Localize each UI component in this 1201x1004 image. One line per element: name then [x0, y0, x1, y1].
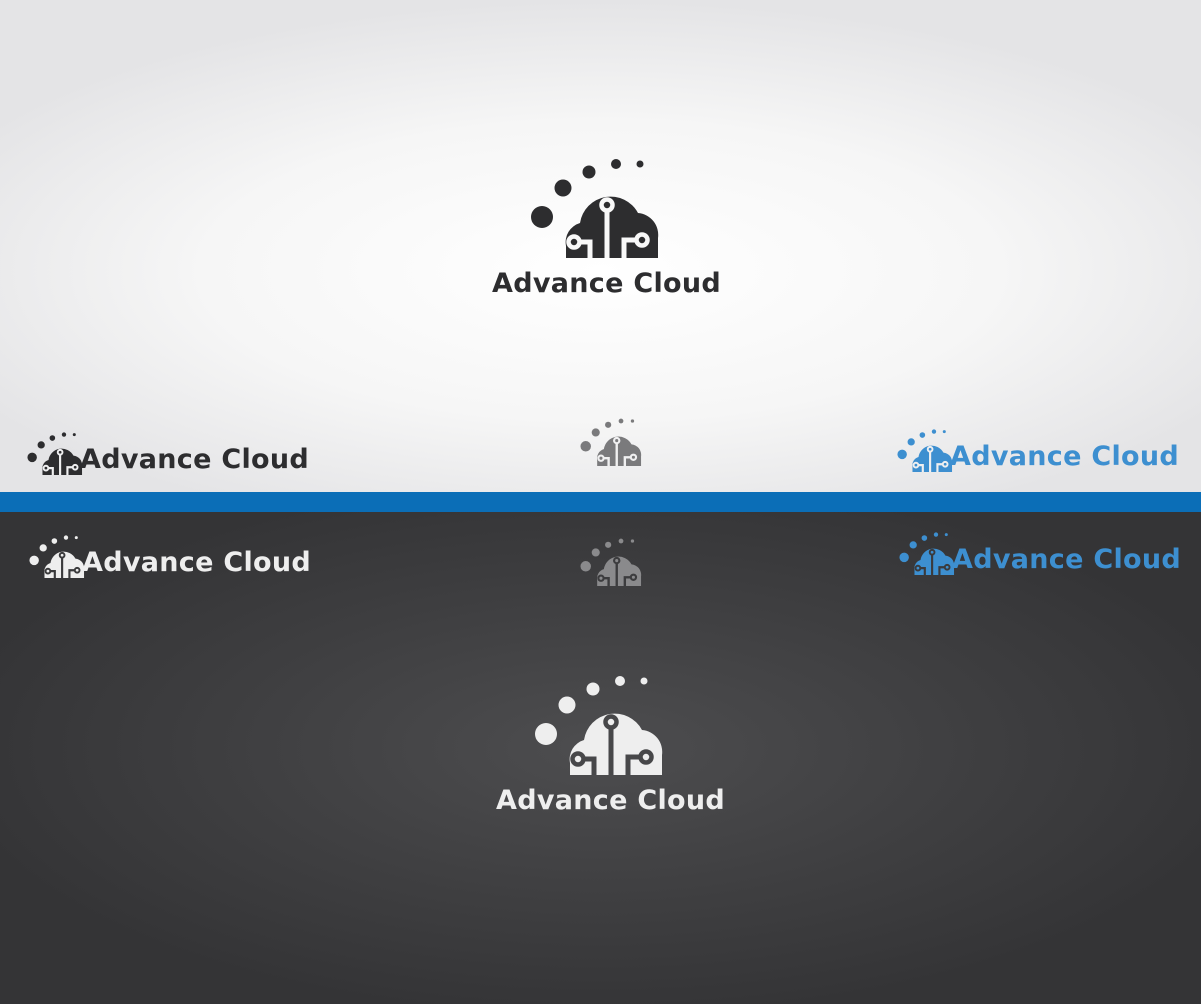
brand-wordmark: Advance Cloud: [80, 444, 310, 475]
logo-icon-gray-on-dark: [580, 538, 644, 588]
logo-horizontal-white-on-dark: Advance Cloud: [29, 535, 329, 581]
blue-divider-stripe: [0, 492, 1201, 512]
logo-horizontal-blue-on-light: Advance Cloud: [897, 429, 1197, 475]
brand-wordmark: Advance Cloud: [82, 547, 312, 578]
brand-wordmark: Advance Cloud: [952, 544, 1182, 575]
cloud-circuit-icon: [580, 418, 642, 466]
brand-wordmark: Advance Cloud: [492, 268, 722, 299]
logo-icon-gray-on-light: [580, 418, 644, 468]
brand-wordmark: Advance Cloud: [496, 785, 726, 816]
logo-main-light: Advance Cloud: [492, 158, 732, 303]
logo-horizontal-blue-on-dark: Advance Cloud: [899, 532, 1199, 578]
logo-horizontal-dark-on-light: Advance Cloud: [27, 432, 327, 478]
cloud-circuit-icon: [530, 158, 660, 258]
cloud-circuit-icon: [534, 675, 664, 775]
logo-main-dark: Advance Cloud: [496, 675, 736, 820]
brand-wordmark: Advance Cloud: [950, 441, 1180, 472]
cloud-circuit-icon: [580, 538, 642, 586]
